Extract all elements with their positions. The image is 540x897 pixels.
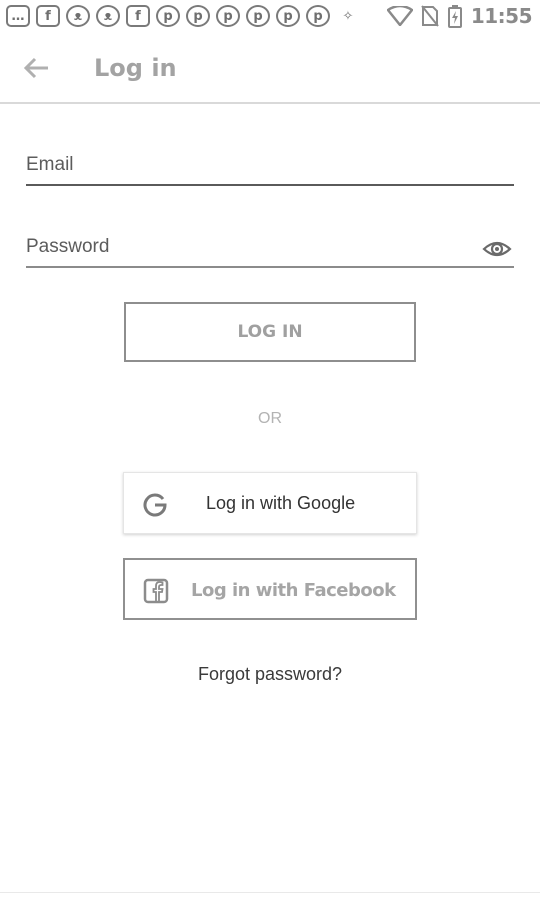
battery-charging-icon (447, 5, 462, 28)
email-field-container (26, 154, 514, 186)
status-time: 11:55 (470, 4, 533, 28)
message-icon: … (6, 5, 30, 27)
notification-icons: … f ᴥ ᴥ f p p p p p p ✧ (6, 5, 360, 27)
facebook-icon (143, 578, 169, 604)
status-right: 11:55 (386, 4, 533, 28)
wifi-icon (386, 6, 413, 26)
pinterest-icon: p (276, 5, 300, 27)
bottom-divider (0, 892, 540, 893)
facebook-login-button[interactable]: Log in with Facebook (123, 558, 417, 620)
pinterest-icon: p (216, 5, 240, 27)
cat-icon: ᴥ (96, 5, 120, 27)
login-button[interactable]: LOG IN (124, 302, 416, 362)
arrow-left-icon (23, 57, 48, 79)
google-login-button[interactable]: Log in with Google (123, 472, 417, 534)
no-sim-icon (421, 5, 439, 27)
facebook-icon: f (126, 5, 150, 27)
login-screen: … f ᴥ ᴥ f p p p p p p ✧ 11:55 Log in Ema… (0, 0, 540, 897)
status-bar: … f ᴥ ᴥ f p p p p p p ✧ 11:55 (0, 0, 540, 33)
cat-icon: ᴥ (66, 5, 90, 27)
password-field-container (26, 236, 514, 268)
forgot-password-link[interactable]: Forgot password? (0, 664, 540, 685)
pinterest-icon: p (186, 5, 210, 27)
facebook-icon: f (36, 5, 60, 27)
eye-icon (482, 241, 512, 257)
or-divider: OR (258, 410, 282, 427)
puzzle-icon: ✧ (342, 8, 354, 24)
back-button[interactable] (14, 50, 58, 86)
google-login-label: Log in with Google (206, 493, 356, 513)
email-field[interactable] (26, 154, 514, 186)
pinterest-icon: p (246, 5, 270, 27)
show-password-toggle[interactable] (482, 236, 512, 262)
facebook-login-label: Log in with Facebook (191, 580, 396, 601)
page-title: Log in (94, 54, 177, 82)
pinterest-icon: p (306, 5, 330, 27)
google-icon (143, 493, 167, 517)
password-field[interactable] (26, 236, 514, 268)
pinterest-icon: p (156, 5, 180, 27)
app-bar: Log in (0, 32, 540, 104)
